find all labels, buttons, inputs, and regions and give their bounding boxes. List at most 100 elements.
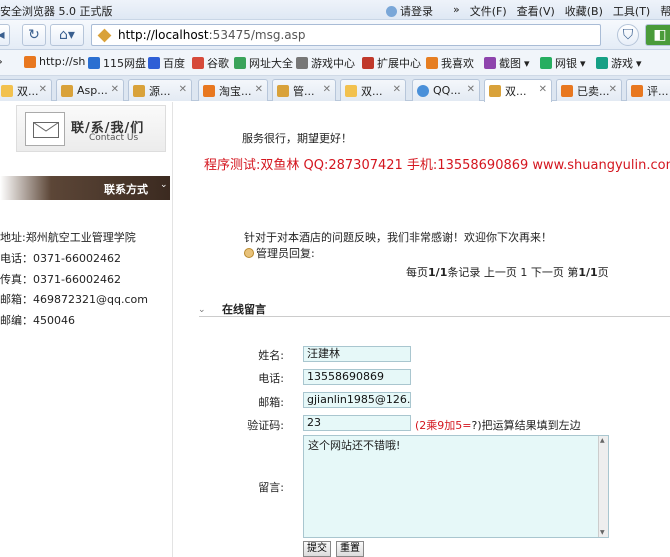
close-icon[interactable]: ✕ — [393, 84, 401, 95]
tab-10[interactable]: 评... — [626, 79, 670, 101]
globe-icon — [234, 57, 246, 69]
page-icon — [133, 84, 145, 97]
site-icon — [24, 55, 36, 68]
close-icon[interactable]: ✕ — [39, 84, 47, 95]
back-button[interactable]: ◂ — [0, 24, 10, 46]
contact-phone: 电话：0371-66002462 — [0, 252, 121, 265]
message-textarea[interactable]: 这个网站还不错哦! ▲ ▼ — [303, 435, 609, 538]
close-icon[interactable]: ✕ — [179, 84, 187, 95]
scissors-icon — [484, 57, 496, 69]
login-link[interactable]: 请登录 — [386, 3, 443, 19]
close-icon[interactable]: ✕ — [323, 84, 331, 95]
tab-8-active[interactable]: 双... ✕ — [484, 79, 552, 102]
fav-item-extensions[interactable]: 扩展中心 — [362, 55, 421, 71]
game-icon — [596, 57, 608, 69]
contact-section-label: 联系方式 — [104, 183, 148, 196]
contact-postcode: 邮编：450046 — [0, 314, 75, 327]
reset-button[interactable]: 重置 — [336, 541, 364, 557]
contact-fax: 传真：0371-66002462 — [0, 273, 121, 286]
page-icon — [61, 84, 73, 97]
close-icon[interactable]: ✕ — [111, 84, 119, 95]
captcha-input[interactable]: 23 — [303, 415, 411, 431]
chevron-down-icon: ⌄ — [160, 180, 168, 190]
textarea-scrollbar[interactable]: ▲ ▼ — [598, 436, 608, 537]
name-input[interactable]: 汪建林 — [303, 346, 411, 362]
fav-item-bank[interactable]: 网银 ▾ — [540, 55, 586, 71]
phone-input[interactable]: 13558690869 — [303, 369, 411, 385]
main-content: 服务很行，期望更好！ 程序测试:双鱼林 QQ:287307421 手机:1355… — [174, 102, 670, 557]
scroll-down-icon[interactable]: ▼ — [600, 529, 605, 536]
contact-address: 地址:郑州航空工业管理学院 — [0, 231, 136, 244]
page-content: 联/系/我/们 Contact Us 联系方式 ⌄ 地址:郑州航空工业管理学院 … — [0, 102, 670, 557]
fav-item-baidu[interactable]: 百度 — [148, 55, 185, 71]
admin-reply-text: 针对于对本酒店的问题反映，我们非常感谢！欢迎你下次再来！ — [244, 231, 552, 244]
tab-3[interactable]: 源... ✕ — [128, 79, 192, 101]
favorites-bar: » http://sh 115网盘 百度 谷歌 网址大全 游戏中心 扩展中心 我… — [0, 50, 670, 76]
extension-button[interactable]: ◧ — [645, 24, 670, 46]
close-icon[interactable]: ✕ — [467, 84, 475, 95]
tab-5[interactable]: 管... ✕ — [272, 79, 336, 101]
menu-view[interactable]: 查看(V) — [517, 3, 555, 19]
menu-tools[interactable]: 工具(T) — [613, 3, 650, 19]
section-title: 在线留言 — [222, 303, 266, 316]
sidebar: 联/系/我/们 Contact Us 联系方式 ⌄ 地址:郑州航空工业管理学院 … — [0, 102, 173, 557]
fav-item-games-center[interactable]: 游戏中心 — [296, 55, 355, 71]
url-host: http://localhost — [118, 28, 209, 42]
refresh-button[interactable]: ↻ — [22, 24, 46, 46]
window-title: 安全浏览器 5.0 正式版 — [0, 5, 113, 18]
menu-favorites[interactable]: 收藏(B) — [565, 3, 603, 19]
close-icon[interactable]: ✕ — [255, 84, 263, 95]
address-bar[interactable]: http://localhost:53475/msg.asp — [91, 24, 601, 46]
heart-icon — [426, 57, 438, 69]
section-divider — [199, 316, 670, 317]
tab-6[interactable]: 双... ✕ — [340, 79, 406, 101]
taobao-icon — [631, 84, 643, 97]
favorites-overflow-icon[interactable]: » — [0, 55, 3, 68]
qq-icon — [417, 84, 429, 97]
fav-item-like[interactable]: 我喜欢 — [426, 55, 474, 71]
window-titlebar: 安全浏览器 5.0 正式版 请登录 » 文件(F) 查看(V) 收藏(B) 工具… — [0, 0, 670, 20]
navigation-bar: ◂ ↻ ⌂▾ http://localhost:53475/msg.asp ⛉ … — [0, 20, 670, 50]
tab-4[interactable]: 淘宝... ✕ — [198, 79, 268, 101]
email-input[interactable]: gjianlin1985@126.com — [303, 392, 411, 408]
taobao-icon — [203, 84, 215, 97]
name-label: 姓名: — [258, 349, 284, 362]
close-icon[interactable]: ✕ — [539, 84, 547, 95]
shield-icon: ⛉ — [622, 27, 634, 43]
fav-item-115[interactable]: 115网盘 — [88, 55, 146, 71]
shield-button[interactable]: ⛉ — [617, 24, 639, 46]
home-button[interactable]: ⌂▾ — [50, 24, 84, 46]
fav-item-sites[interactable]: 网址大全 — [234, 55, 293, 71]
pager-next-link[interactable]: 1 下一页 — [520, 266, 564, 279]
tab-2[interactable]: Asp... ✕ — [56, 79, 124, 101]
menu-help[interactable]: 帮助(H) — [660, 3, 670, 19]
tab-7[interactable]: QQ... ✕ — [412, 79, 480, 101]
home-icon: ⌂▾ — [59, 27, 75, 43]
fav-item-games[interactable]: 游戏 ▾ — [596, 55, 642, 71]
message-label: 留言: — [258, 481, 284, 494]
captcha-label: 验证码: — [247, 419, 284, 432]
url-path: :53475/msg.asp — [208, 28, 306, 42]
message-content: 服务很行，期望更好！ — [242, 132, 352, 145]
pager-prev-link[interactable]: 上一页 — [484, 266, 517, 279]
fav-item-screenshot[interactable]: 截图 ▾ — [484, 55, 530, 71]
submit-button[interactable]: 提交 — [303, 541, 331, 557]
contact-subtitle: Contact Us — [89, 133, 139, 143]
star-icon — [345, 84, 357, 97]
tab-1[interactable]: 双... ✕ — [0, 79, 52, 101]
taobao-icon — [561, 84, 573, 97]
puzzle-icon — [362, 57, 374, 69]
page-favicon-icon — [97, 28, 112, 43]
close-icon[interactable]: ✕ — [609, 84, 617, 95]
menu-file[interactable]: 文件(F) — [470, 3, 507, 19]
fav-item-http[interactable]: http://sh — [24, 55, 85, 68]
extension-icon: ◧ — [653, 27, 667, 43]
tab-bar: 双... ✕ Asp... ✕ 源... ✕ 淘宝... ✕ 管... ✕ 双... ✕ Q… — [0, 76, 670, 102]
tab-9[interactable]: 已卖... ✕ — [556, 79, 622, 101]
page-icon — [489, 85, 501, 97]
contact-section-header: 联系方式 ⌄ — [0, 176, 170, 200]
fav-item-google[interactable]: 谷歌 — [192, 55, 229, 71]
scroll-up-icon[interactable]: ▲ — [600, 437, 605, 444]
double-chevron-icon[interactable]: » — [453, 3, 460, 19]
bank-icon — [540, 57, 552, 69]
